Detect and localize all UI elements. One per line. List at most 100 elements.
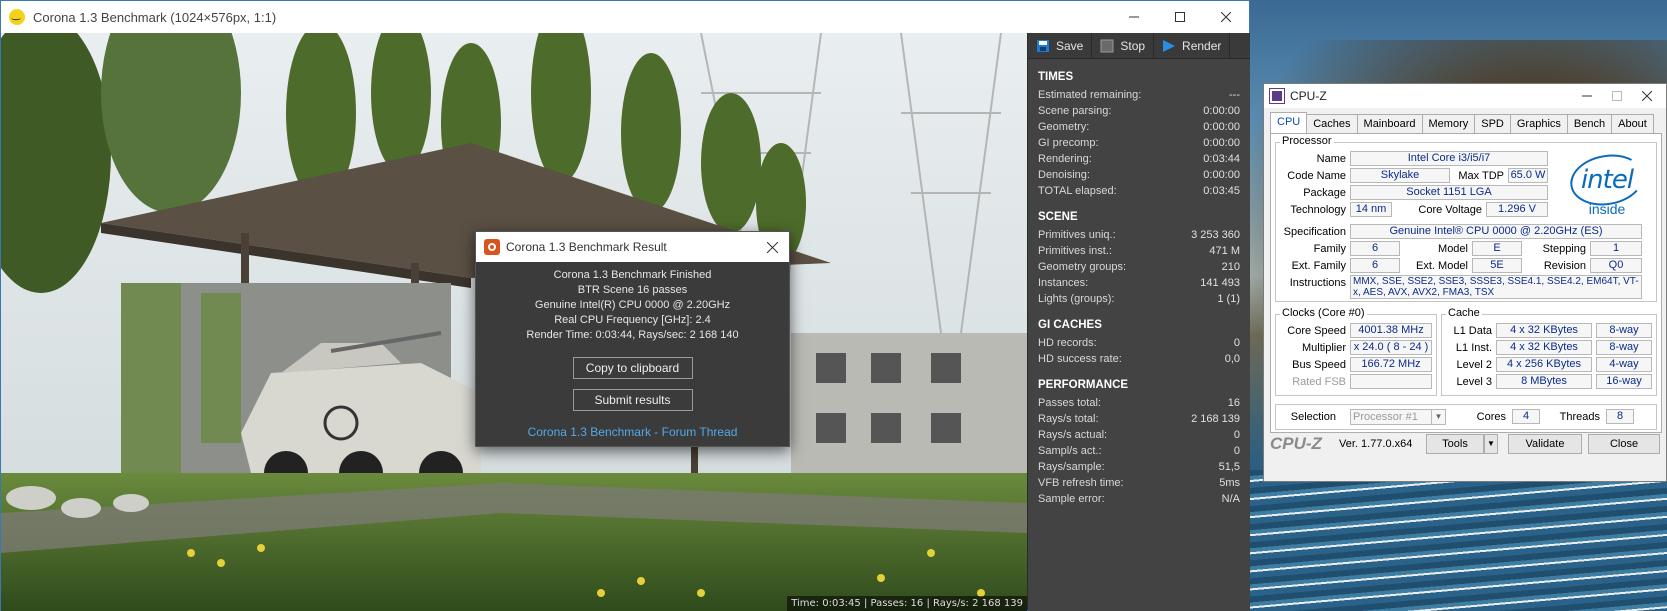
stat-label: Rays/sample: [1038, 461, 1105, 473]
stat-value: 471 M [1209, 245, 1240, 257]
corona-app-icon [484, 239, 500, 255]
maximize-icon [1612, 91, 1622, 101]
stat-row: Instances: 141 493 [1028, 275, 1250, 291]
tools-dropdown-button[interactable]: ▼ [1484, 434, 1498, 454]
stat-label: GI precomp: [1038, 137, 1099, 149]
codename-label: Code Name [1287, 170, 1346, 182]
stepping-value: 1 [1590, 241, 1642, 256]
result-dialog-titlebar[interactable]: Corona 1.3 Benchmark Result [476, 232, 789, 262]
tab-spd[interactable]: SPD [1474, 114, 1511, 133]
model-value: E [1472, 241, 1522, 256]
l1-data-way: 8-way [1596, 323, 1652, 338]
stat-label: Estimated remaining: [1038, 89, 1142, 101]
stat-label: Passes total: [1038, 397, 1101, 409]
save-button[interactable]: Save [1028, 33, 1093, 59]
stepping-label: Stepping [1542, 243, 1586, 255]
bus-speed-value: 166.72 MHz [1350, 357, 1432, 372]
tab-mainboard[interactable]: Mainboard [1356, 114, 1423, 133]
stat-row: Rays/sample: 51,5 [1028, 459, 1250, 475]
tab-caches[interactable]: Caches [1306, 114, 1358, 133]
save-label: Save [1056, 39, 1084, 53]
stat-value: N/A [1221, 493, 1240, 505]
corona-window-title: Corona 1.3 Benchmark (1024×576px, 1:1) [33, 9, 277, 25]
stat-value: 0:00:00 [1203, 169, 1240, 181]
close-button[interactable] [1203, 1, 1249, 33]
tab-cpu[interactable]: CPU [1270, 112, 1308, 133]
stat-row: Estimated remaining: --- [1028, 87, 1250, 103]
stat-label: HD success rate: [1038, 353, 1122, 365]
rated-fsb-value [1350, 374, 1432, 389]
cores-label: Cores [1476, 411, 1506, 423]
cpuz-maximize-button[interactable] [1602, 84, 1632, 108]
tab-about[interactable]: About [1611, 114, 1654, 133]
technology-label: Technology [1290, 204, 1346, 216]
stat-row: Rays/s actual: 0 [1028, 427, 1250, 443]
copy-to-clipboard-button[interactable]: Copy to clipboard [572, 357, 693, 379]
selection-row: Selection Processor #1 ▼ Cores 4 Threads… [1275, 404, 1657, 430]
processor-group: Processor Name Intel Core i3/i5/i7 Code … [1275, 135, 1657, 302]
max-tdp-label: Max TDP [1458, 170, 1504, 182]
result-line: Genuine Intel(R) CPU 0000 @ 2.20GHz [534, 299, 731, 311]
stat-row: Sampl/s act.: 0 [1028, 443, 1250, 459]
stat-row: Scene parsing: 0:00:00 [1028, 103, 1250, 119]
tab-memory[interactable]: Memory [1421, 114, 1476, 133]
bus-speed-label: Bus Speed [1292, 359, 1346, 371]
close-icon [766, 241, 778, 253]
chevron-down-icon: ▼ [1431, 410, 1445, 424]
tab-bench[interactable]: Bench [1566, 114, 1613, 133]
corona-titlebar[interactable]: Corona 1.3 Benchmark (1024×576px, 1:1) [1, 1, 1249, 33]
stat-row: Sample error: N/A [1028, 491, 1250, 507]
validate-button[interactable]: Validate [1508, 434, 1582, 454]
minimize-icon [1129, 16, 1139, 18]
forum-thread-link[interactable]: Corona 1.3 Benchmark - Forum Thread [476, 425, 789, 440]
result-close-button[interactable] [763, 238, 781, 256]
specification-value: Genuine Intel® CPU 0000 @ 2.20GHz (ES) [1350, 224, 1642, 239]
processor-name-value: Intel Core i3/i5/i7 [1350, 151, 1548, 166]
stat-value: 141 493 [1200, 277, 1240, 289]
stat-value: 2 168 139 [1191, 413, 1240, 425]
ext-family-label: Ext. Family [1291, 260, 1346, 272]
maximize-button[interactable] [1157, 1, 1203, 33]
stat-label: Scene parsing: [1038, 105, 1112, 117]
result-dialog-title: Corona 1.3 Benchmark Result [506, 240, 667, 254]
cpuz-minimize-button[interactable] [1572, 84, 1602, 108]
smiley-icon [9, 9, 25, 25]
play-icon [1163, 40, 1176, 52]
stat-label: Primitives uniq.: [1038, 229, 1116, 241]
processor-group-label: Processor [1280, 135, 1334, 147]
submit-results-button[interactable]: Submit results [572, 389, 693, 411]
stat-row: Geometry: 0:00:00 [1028, 119, 1250, 135]
model-label: Model [1438, 243, 1468, 255]
stop-button[interactable]: Stop [1092, 33, 1155, 59]
stat-label: Denoising: [1038, 169, 1090, 181]
revision-label: Revision [1543, 260, 1586, 272]
stat-value: 0:00:00 [1203, 121, 1240, 133]
stat-row: Rays/s total: 2 168 139 [1028, 411, 1250, 427]
minimize-button[interactable] [1111, 1, 1157, 33]
tab-graphics[interactable]: Graphics [1509, 114, 1568, 133]
render-button[interactable]: Render [1154, 33, 1231, 59]
l1-inst-value: 4 x 32 KBytes [1496, 340, 1592, 355]
stat-value: 0:00:00 [1203, 105, 1240, 117]
specification-label: Specification [1283, 226, 1346, 238]
processor-select[interactable]: Processor #1 ▼ [1350, 409, 1446, 425]
close-app-button[interactable]: Close [1588, 434, 1660, 454]
ext-model-label: Ext. Model [1416, 260, 1468, 272]
level3-value: 8 MBytes [1496, 374, 1592, 389]
cpuz-tab-bar: CPU Caches Mainboard Memory SPD Graphics… [1270, 112, 1654, 133]
cpuz-footer: CPU-Z Ver. 1.77.0.x64 Tools ▼ Validate C… [1264, 432, 1666, 456]
tools-button[interactable]: Tools [1426, 434, 1484, 454]
cpu-tab-panel: Processor Name Intel Core i3/i5/i7 Code … [1270, 133, 1662, 433]
stat-label: Geometry: [1038, 121, 1090, 133]
stat-row: Denoising: 0:00:00 [1028, 167, 1250, 183]
result-line: Render Time: 0:03:44, Rays/sec: 2 168 14… [526, 329, 739, 341]
stat-value: 0 [1233, 337, 1240, 349]
wallpaper-sea [1250, 470, 1667, 611]
gi-caches-section-title: GI CACHES [1038, 319, 1102, 331]
gi-caches-list: HD records: 0 HD success rate: 0,0 [1028, 335, 1250, 367]
cpuz-titlebar[interactable]: CPU-Z [1264, 84, 1666, 108]
level2-value: 4 x 256 KBytes [1496, 357, 1592, 372]
stat-value: 0:03:45 [1203, 185, 1240, 197]
render-toolbar: Save Stop Render [1028, 33, 1250, 59]
cpuz-close-button[interactable] [1632, 84, 1662, 108]
